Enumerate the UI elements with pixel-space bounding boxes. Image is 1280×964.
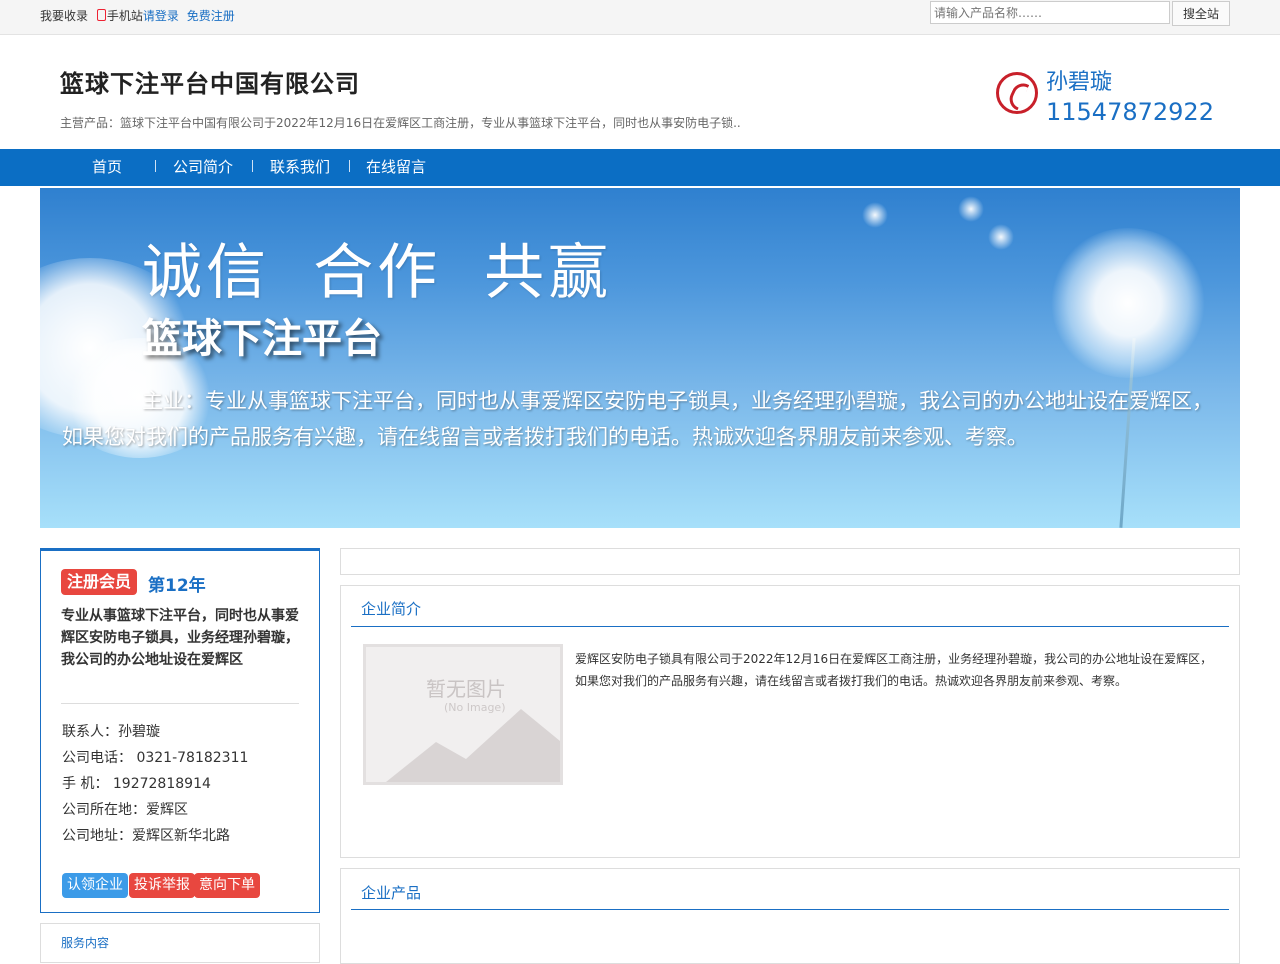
report-button[interactable]: 投诉举报 [129,873,195,898]
title-underline [351,626,1229,627]
member-badge: 注册会员 [61,569,138,595]
nav-separator [252,160,253,172]
search-input[interactable] [930,1,1170,24]
banner-description: 主业：专业从事篮球下注平台，同时也从事爱辉区安防电子锁具，业务经理孙碧璇，我公司… [62,389,1213,449]
want-listing-link[interactable]: 我要收录 [40,7,88,24]
profile-text: 爱辉区安防电子锁具有限公司于2022年12月16日在爱辉区工商注册，业务经理孙碧… [575,652,1213,688]
contact-person: 联系人：孙碧璇 [62,724,160,740]
top-links: 我要收录 手机站请登录 免费注册 [40,7,235,24]
dandelion-image [1048,228,1208,378]
top-bar: 我要收录 手机站请登录 免费注册 搜全站 [0,0,1280,35]
banner: 诚信 合作 共赢 篮球下注平台 主业：专业从事篮球下注平台，同时也从事爱辉区安防… [40,188,1240,528]
dandelion-seed [862,202,888,228]
company-info-card: 注册会员 第12年 专业从事篮球下注平台，同时也从事爱辉区安防电子锁具，业务经理… [40,548,320,913]
company-intro: 专业从事篮球下注平台，同时也从事爱辉区安防电子锁具，业务经理孙碧璇，我公司的办公… [61,608,299,668]
mobile-icon [96,9,106,21]
company-profile-panel: 企业简介 暂无图片 (No Image) 爱辉区安防电子锁具有限公司于2022年… [340,585,1240,858]
no-image-text: 暂无图片 [426,677,506,701]
dandelion-seed [988,224,1014,250]
company-location: 公司所在地：爱辉区 [62,802,188,818]
mobile-number: 手 机： 19272818914 [62,776,211,792]
login-link[interactable]: 请登录 [143,7,179,24]
nav-separator [155,160,156,172]
title-underline [351,909,1229,910]
nav-company-profile[interactable]: 公司简介 [173,156,233,177]
banner-slogan: 诚信 合作 共赢 [142,238,613,308]
nav-contact-us[interactable]: 联系我们 [270,156,330,177]
dandelion-seed [958,196,984,222]
profile-title: 企业简介 [361,600,422,618]
company-products-panel: 企业产品 [340,868,1240,964]
main-nav: 首页 公司简介 联系我们 在线留言 [0,149,1280,186]
products-title: 企业产品 [361,884,422,902]
company-title: 篮球下注平台中国有限公司 [60,70,360,98]
mobile-site-link[interactable]: 手机站 [107,7,143,24]
telephone-icon [996,72,1038,114]
no-image-placeholder: 暂无图片 (No Image) [363,644,563,785]
company-phone: 公司电话： 0321-78182311 [62,750,249,766]
contact-name: 孙碧璇 [1046,70,1113,95]
main-products-text: 主营产品：篮球下注平台中国有限公司于2022年12月16日在爱辉区工商注册，专业… [60,116,741,130]
no-image-en-text: (No Image) [444,701,506,714]
member-years: 第12年 [148,576,206,596]
mountain-icon [386,709,560,782]
services-title: 服务内容 [61,936,110,950]
register-link[interactable]: 免费注册 [187,7,235,24]
services-card: 服务内容 [40,923,320,963]
claim-company-button[interactable]: 认领企业 [62,873,128,898]
nav-online-message[interactable]: 在线留言 [366,156,426,177]
place-order-button[interactable]: 意向下单 [194,873,260,898]
company-address: 公司地址：爱辉区新华北路 [62,828,230,844]
nav-separator [349,160,350,172]
banner-brand: 篮球下注平台 [142,316,382,362]
divider [61,703,299,704]
content-strip [340,548,1240,575]
search-button[interactable]: 搜全站 [1172,1,1230,26]
contact-phone: 11547872922 [1046,98,1214,126]
nav-home[interactable]: 首页 [92,156,122,177]
